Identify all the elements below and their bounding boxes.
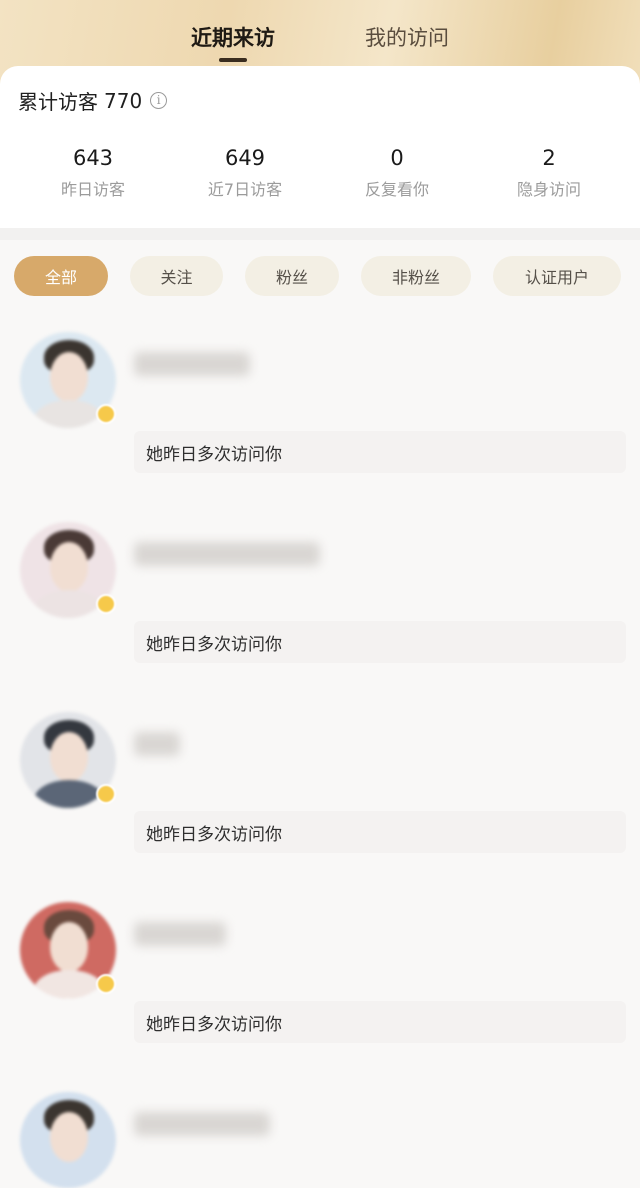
list-item[interactable]: 她昨日多次访问你 (0, 900, 640, 1090)
stat-invisible-visits[interactable]: 2 隐身访问 (473, 146, 625, 200)
visitor-name-blurred (134, 922, 226, 946)
active-tab-indicator (219, 58, 247, 62)
visitor-name-blurred (134, 542, 320, 566)
vip-badge-icon (96, 594, 116, 614)
total-visitors: 累计访客 770 i (18, 86, 168, 115)
visit-message-text: 她昨日多次访问你 (146, 444, 282, 465)
stat-label: 隐身访问 (516, 180, 581, 199)
total-visitors-value: 770 (104, 88, 143, 113)
stats-row: 643 昨日访客 649 近7日访客 0 反复看你 2 隐身访问 (0, 146, 640, 200)
list-item[interactable]: 她昨日多次访问你 (0, 520, 640, 710)
tab-label: 近期来访 (191, 26, 275, 50)
avatar-body (34, 970, 104, 998)
visit-tabs: 近期来访 我的访问 (0, 0, 640, 66)
list-item[interactable] (0, 1090, 640, 1188)
stat-value: 649 (224, 146, 266, 170)
avatar-face (50, 922, 88, 972)
vip-badge-icon (96, 784, 116, 804)
stat-last-7-days[interactable]: 649 近7日访客 (169, 146, 321, 200)
total-visitors-label: 累计访客 (18, 90, 98, 114)
visitor-summary-card: 累计访客 770 i 643 昨日访客 649 近7日访客 0 反复看你 2 隐… (0, 66, 640, 228)
tab-my-visits[interactable]: 我的访问 (365, 0, 449, 66)
visitor-name-blurred (134, 352, 250, 376)
filter-fans[interactable]: 粉丝 (245, 256, 339, 296)
vip-badge-icon (96, 404, 116, 424)
visit-message: 她昨日多次访问你 (134, 1001, 626, 1043)
stat-value: 2 (542, 146, 556, 170)
visit-message-text: 她昨日多次访问你 (146, 1014, 282, 1035)
section-divider (0, 228, 640, 240)
list-item[interactable]: 她昨日多次访问你 (0, 330, 640, 520)
filter-following[interactable]: 关注 (130, 256, 223, 296)
visit-message: 她昨日多次访问你 (134, 811, 626, 853)
avatar-face (50, 732, 88, 782)
avatar-body (34, 590, 104, 618)
avatar-body (34, 400, 104, 428)
stat-label: 反复看你 (364, 180, 429, 199)
filter-non-fans[interactable]: 非粉丝 (361, 256, 471, 296)
stat-value: 0 (390, 146, 404, 170)
visitor-name-blurred (134, 1112, 270, 1136)
visit-message: 她昨日多次访问你 (134, 431, 626, 473)
filter-all[interactable]: 全部 (14, 256, 108, 296)
stat-label: 近7日访客 (207, 180, 283, 199)
avatar-face (50, 1112, 88, 1162)
tab-recent-visitors[interactable]: 近期来访 (191, 0, 275, 66)
visitor-name-blurred (134, 732, 180, 756)
visit-message-text: 她昨日多次访问你 (146, 634, 282, 655)
avatar-face (50, 542, 88, 592)
avatar-face (50, 352, 88, 402)
list-item[interactable]: 她昨日多次访问你 (0, 710, 640, 900)
tab-label: 我的访问 (365, 26, 449, 50)
info-circle-icon[interactable]: i (150, 92, 168, 109)
filter-verified-users[interactable]: 认证用户 (493, 256, 621, 296)
stat-yesterday[interactable]: 643 昨日访客 (17, 146, 169, 200)
visit-message-text: 她昨日多次访问你 (146, 824, 282, 845)
avatar-body (34, 780, 104, 808)
avatar[interactable] (20, 1092, 116, 1188)
visit-message: 她昨日多次访问你 (134, 621, 626, 663)
stat-value: 643 (72, 146, 114, 170)
stat-repeat-viewers[interactable]: 0 反复看你 (321, 146, 473, 200)
visitor-list: 她昨日多次访问你 她昨日多次访问你 她昨日多次访问你 她昨日多次访问你 (0, 330, 640, 1188)
filter-chips: 全部 关注 粉丝 非粉丝 认证用户 (14, 256, 626, 298)
vip-badge-icon (96, 974, 116, 994)
stat-label: 昨日访客 (60, 180, 125, 199)
